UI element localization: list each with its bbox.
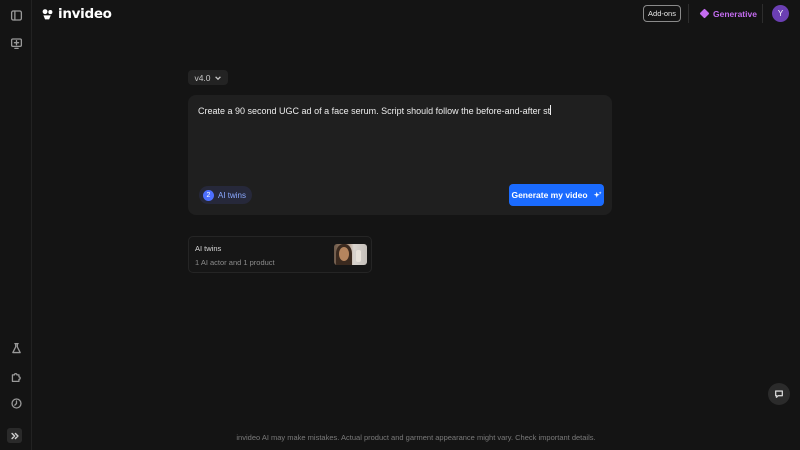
- prompt-input[interactable]: Create a 90 second UGC ad of a face seru…: [198, 105, 602, 117]
- generate-video-button[interactable]: Generate my video: [509, 184, 604, 206]
- generative-button[interactable]: Generative: [699, 6, 757, 21]
- twins-thumbnail: [334, 244, 367, 265]
- twins-chip-label: AI twins: [218, 190, 247, 200]
- brand-logo[interactable]: invideo: [41, 5, 112, 23]
- avatar[interactable]: Y: [772, 5, 789, 22]
- twins-card-subtitle: 1 AI actor and 1 product: [195, 258, 275, 267]
- header-divider: [762, 4, 763, 23]
- disclaimer-text: invideo AI may make mistakes. Actual pro…: [236, 433, 596, 442]
- generate-label: Generate my video: [511, 190, 588, 200]
- sparkle-icon: [593, 190, 602, 198]
- ai-twins-card[interactable]: AI twins 1 AI actor and 1 product: [188, 236, 372, 273]
- header-divider: [688, 4, 689, 23]
- version-label: v4.0: [194, 72, 211, 83]
- ai-twins-chip[interactable]: 2 AI twins: [199, 186, 253, 204]
- prompt-input-text: Create a 90 second UGC ad of a face seru…: [198, 106, 551, 116]
- left-rail: [0, 0, 32, 450]
- chat-support-button[interactable]: [768, 383, 790, 405]
- sidebar-toggle-icon[interactable]: [8, 7, 24, 23]
- puzzle-icon[interactable]: [8, 368, 24, 384]
- flask-icon[interactable]: [8, 340, 24, 356]
- chevron-down-icon: [214, 75, 221, 80]
- version-selector[interactable]: v4.0: [188, 70, 228, 85]
- prompt-composer: Create a 90 second UGC ad of a face seru…: [188, 95, 612, 215]
- new-project-icon[interactable]: [8, 35, 24, 51]
- generative-label: Generative: [713, 8, 757, 19]
- invideo-logo-icon: [41, 8, 54, 21]
- twins-count-badge: 2: [203, 189, 214, 201]
- history-icon[interactable]: [8, 395, 24, 411]
- chat-icon: [775, 390, 783, 398]
- text-cursor: [550, 105, 552, 115]
- twins-card-title: AI twins: [195, 244, 222, 253]
- brand-name: invideo: [58, 6, 112, 22]
- diamond-icon: [699, 8, 710, 19]
- add-ons-button[interactable]: Add-ons: [643, 5, 681, 22]
